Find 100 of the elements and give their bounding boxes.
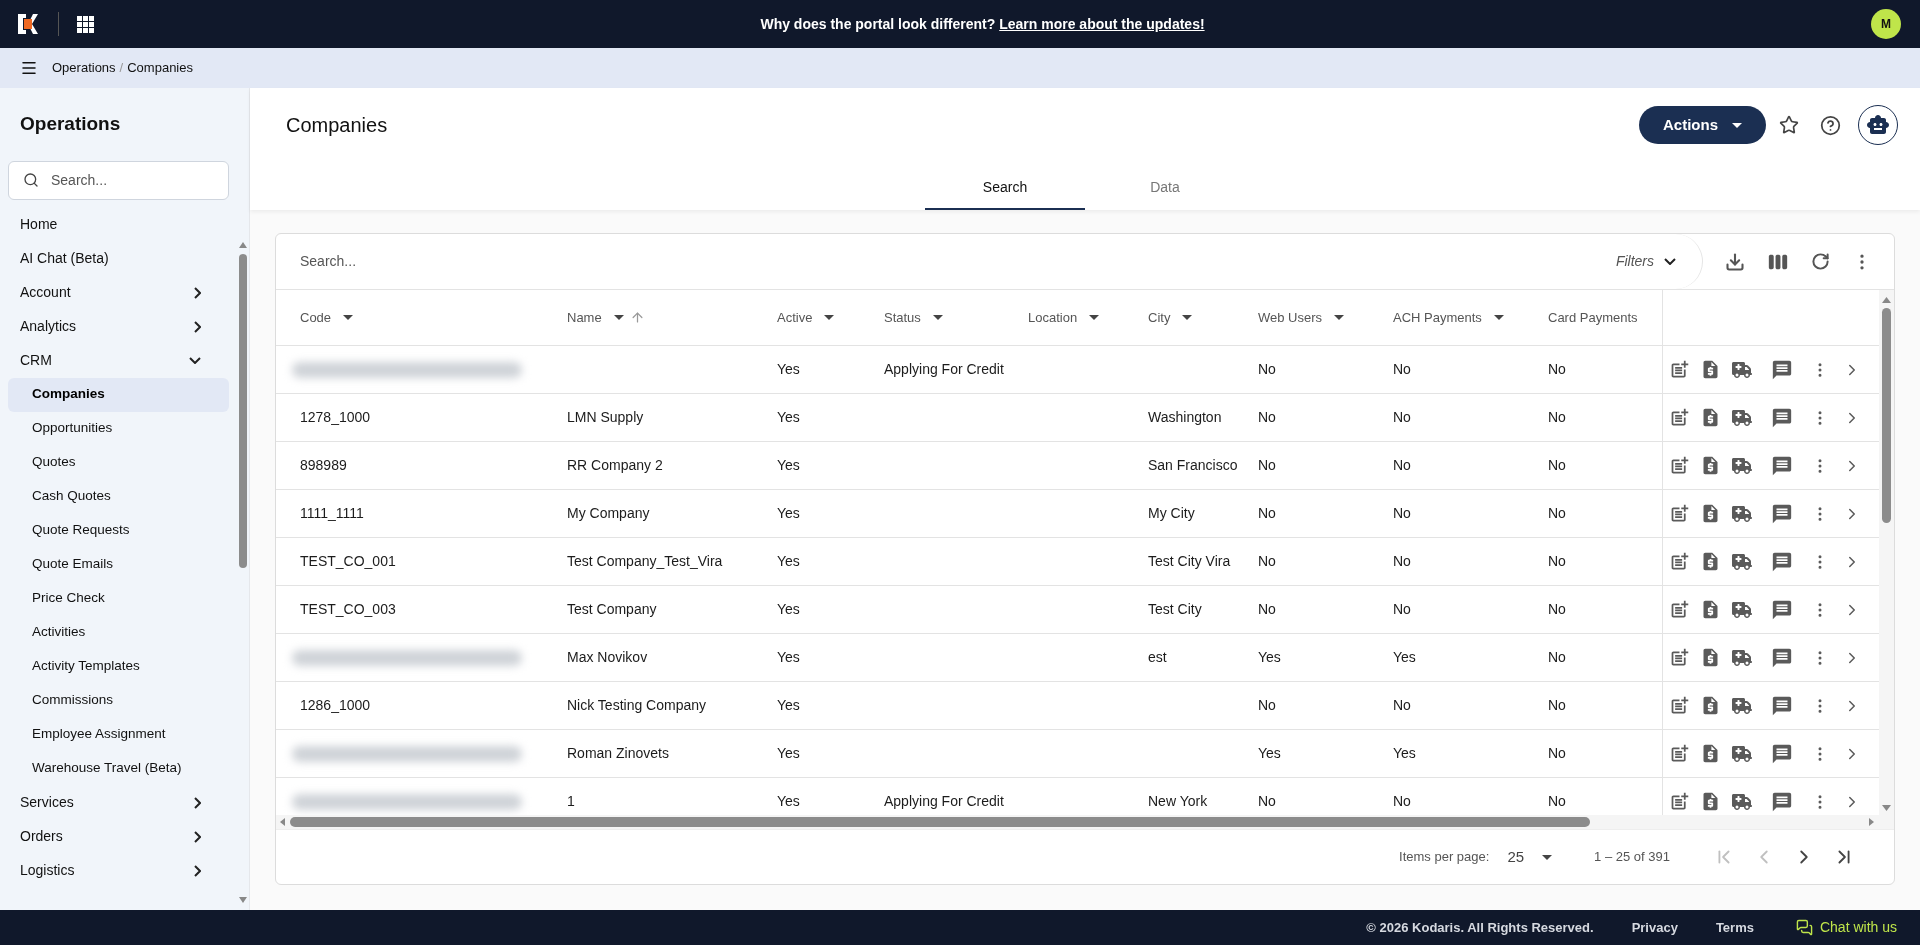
comment-icon[interactable]	[1771, 742, 1793, 765]
sidebar-subitem[interactable]: Activities	[8, 615, 229, 650]
note-add-icon[interactable]	[1669, 791, 1690, 812]
table-cell-text: Test Company	[567, 600, 657, 619]
note-add-icon[interactable]	[1669, 695, 1690, 716]
sidebar-subitem[interactable]: Quote Requests	[8, 513, 229, 548]
truck-plus-icon[interactable]	[1732, 551, 1752, 572]
chevron-right-icon	[194, 830, 201, 843]
comment-icon[interactable]	[1771, 694, 1793, 717]
dollar-document-icon[interactable]	[1700, 647, 1721, 668]
note-add-icon[interactable]	[1669, 359, 1690, 380]
truck-plus-icon[interactable]	[1732, 695, 1752, 716]
comment-icon[interactable]	[1771, 502, 1793, 525]
page-size-select[interactable]: 25	[1507, 845, 1553, 869]
column-header[interactable]: City	[1124, 290, 1234, 345]
download-icon[interactable]	[1725, 251, 1745, 272]
filters-dropdown[interactable]: Filters	[1615, 251, 1676, 272]
sidebar-subitem[interactable]: Employee Assignment	[8, 717, 229, 752]
search-input[interactable]: Search...	[51, 169, 201, 191]
horizontal-scrollbar-drawing[interactable]	[276, 815, 1879, 829]
dollar-document-icon[interactable]	[1700, 407, 1721, 428]
search-field[interactable]: Search...	[8, 160, 229, 200]
comment-icon[interactable]	[1771, 790, 1793, 813]
truck-plus-icon[interactable]	[1732, 791, 1752, 812]
truck-plus-icon[interactable]	[1732, 407, 1752, 428]
column-header[interactable]: Status	[860, 290, 1004, 345]
caret-down-icon	[1493, 315, 1504, 320]
sidebar-item[interactable]: Analytics	[0, 309, 237, 344]
sidebar-subitem[interactable]: Activity Templates	[8, 649, 229, 684]
sidebar-subitem[interactable]: Companies	[8, 377, 229, 412]
truck-plus-icon[interactable]	[1732, 359, 1752, 380]
truck-plus-icon[interactable]	[1732, 743, 1752, 764]
logo-icon[interactable]	[16, 12, 40, 36]
sidebar-item[interactable]: Home	[0, 207, 237, 242]
comment-icon[interactable]	[1771, 550, 1793, 573]
sidebar-subitem[interactable]: Cash Quotes	[8, 479, 229, 514]
column-header[interactable]: Code	[276, 290, 543, 345]
sidebar-item[interactable]: Services	[0, 785, 237, 820]
dollar-document-icon[interactable]	[1700, 599, 1721, 620]
column-header[interactable]: Name	[543, 290, 753, 345]
column-header[interactable]: Active	[753, 290, 860, 345]
banner-link[interactable]: Learn more about the updates!	[999, 15, 1205, 32]
note-add-icon[interactable]	[1669, 743, 1690, 764]
dollar-document-icon[interactable]	[1700, 503, 1721, 524]
note-add-icon[interactable]	[1669, 647, 1690, 668]
vertical-scrollbar-drawing[interactable]	[1879, 290, 1894, 829]
dollar-document-icon[interactable]	[1700, 791, 1721, 812]
help-icon[interactable]	[1820, 114, 1841, 136]
column-header[interactable]: Web Users	[1234, 290, 1369, 345]
refresh-icon[interactable]	[1811, 252, 1830, 271]
note-add-icon[interactable]	[1669, 455, 1690, 476]
sidebar-item[interactable]: AI Chat (Beta)	[0, 241, 237, 276]
truck-plus-icon[interactable]	[1732, 455, 1752, 476]
apps-grid-icon[interactable]	[77, 15, 94, 33]
comment-icon[interactable]	[1771, 358, 1793, 381]
column-header[interactable]: ACH Payments	[1369, 290, 1524, 345]
dollar-document-icon[interactable]	[1700, 743, 1721, 764]
footer-link[interactable]: Privacy	[1631, 917, 1678, 938]
comment-icon[interactable]	[1771, 406, 1793, 429]
sidebar-subitem[interactable]: Quotes	[8, 445, 229, 480]
dollar-document-icon[interactable]	[1700, 359, 1721, 380]
sidebar-item[interactable]: CRM	[0, 343, 237, 378]
tab[interactable]: Data	[1085, 167, 1245, 210]
truck-plus-icon[interactable]	[1732, 647, 1752, 668]
actions-button[interactable]: Actions	[1639, 106, 1766, 144]
note-add-icon[interactable]	[1669, 407, 1690, 428]
sidebar-subitem[interactable]: Price Check	[8, 581, 229, 616]
sidebar-item[interactable]: Logistics	[0, 853, 237, 888]
table-cell-text: 1	[567, 792, 575, 811]
column-header[interactable]: Location	[1004, 290, 1124, 345]
note-add-icon[interactable]	[1669, 599, 1690, 620]
footer-link[interactable]: Terms	[1715, 917, 1754, 938]
note-add-icon[interactable]	[1669, 503, 1690, 524]
tab[interactable]: Search	[925, 167, 1085, 210]
dollar-document-icon[interactable]	[1700, 455, 1721, 476]
search-field[interactable]: Search... Filters	[276, 234, 1703, 289]
truck-plus-icon[interactable]	[1732, 599, 1752, 620]
menu-icon[interactable]	[20, 59, 38, 77]
favorite-star-icon[interactable]	[1779, 115, 1799, 135]
comment-icon[interactable]	[1771, 598, 1793, 621]
comment-icon[interactable]	[1771, 646, 1793, 669]
sidebar-subitem[interactable]: Commissions	[8, 683, 229, 718]
table-cell-text: No	[1258, 600, 1276, 619]
breadcrumb-link[interactable]: Operations	[52, 58, 116, 78]
user-avatar[interactable]: M	[1871, 9, 1901, 39]
sidebar-subitem[interactable]: Quote Emails	[8, 547, 229, 582]
dollar-document-icon[interactable]	[1700, 695, 1721, 716]
breadcrumb-link[interactable]: Companies	[127, 58, 193, 78]
truck-plus-icon[interactable]	[1732, 503, 1752, 524]
chat-button[interactable]: Chat with us	[1795, 917, 1897, 938]
note-add-icon[interactable]	[1669, 551, 1690, 572]
column-header[interactable]: Card Payments	[1524, 290, 1662, 345]
comment-icon[interactable]	[1771, 454, 1793, 477]
sidebar-item[interactable]: Account	[0, 275, 237, 310]
sidebar-subitem[interactable]: Warehouse Travel (Beta)	[8, 751, 229, 786]
sidebar-subitem[interactable]: Opportunities	[8, 411, 229, 446]
chevron-down-icon	[189, 357, 201, 364]
dollar-document-icon[interactable]	[1700, 551, 1721, 572]
sidebar-item[interactable]: Orders	[0, 819, 237, 854]
caret-down-icon	[824, 315, 835, 320]
